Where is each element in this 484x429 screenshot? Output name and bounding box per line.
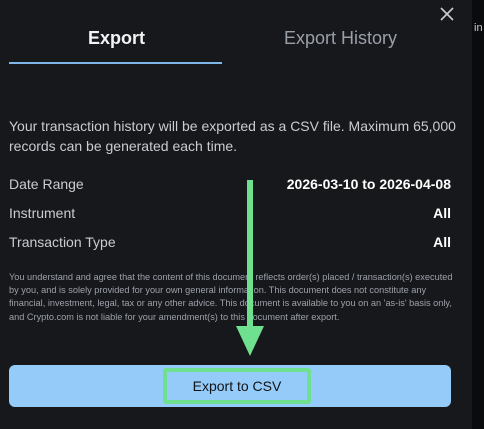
date-range-row[interactable]: Date Range 2026-03-10 to 2026-04-08 — [9, 176, 451, 196]
tab-export[interactable]: Export — [88, 28, 145, 49]
instrument-label: Instrument — [9, 205, 76, 221]
date-range-value[interactable]: 2026-03-10 to 2026-04-08 — [287, 176, 451, 192]
down-arrow-icon — [236, 180, 264, 356]
active-tab-indicator — [9, 62, 222, 64]
background-text-fragment: in — [474, 22, 483, 34]
instrument-row[interactable]: Instrument All — [9, 205, 451, 225]
export-description: Your transaction history will be exporte… — [9, 118, 456, 154]
transaction-type-value[interactable]: All — [433, 234, 451, 250]
tab-bar: Export Export History — [0, 0, 472, 64]
export-button-label: Export to CSV — [192, 378, 282, 394]
instrument-value[interactable]: All — [433, 205, 451, 221]
tab-export-history[interactable]: Export History — [284, 28, 397, 49]
button-highlight-box: Export to CSV — [163, 368, 311, 404]
date-range-label: Date Range — [9, 176, 84, 192]
legal-disclaimer: You understand and agree that the conten… — [9, 272, 453, 322]
export-dialog: Export Export History Your transaction h… — [0, 0, 472, 429]
transaction-type-label: Transaction Type — [9, 234, 116, 250]
transaction-type-row[interactable]: Transaction Type All — [9, 234, 451, 254]
background-edge — [472, 0, 484, 429]
